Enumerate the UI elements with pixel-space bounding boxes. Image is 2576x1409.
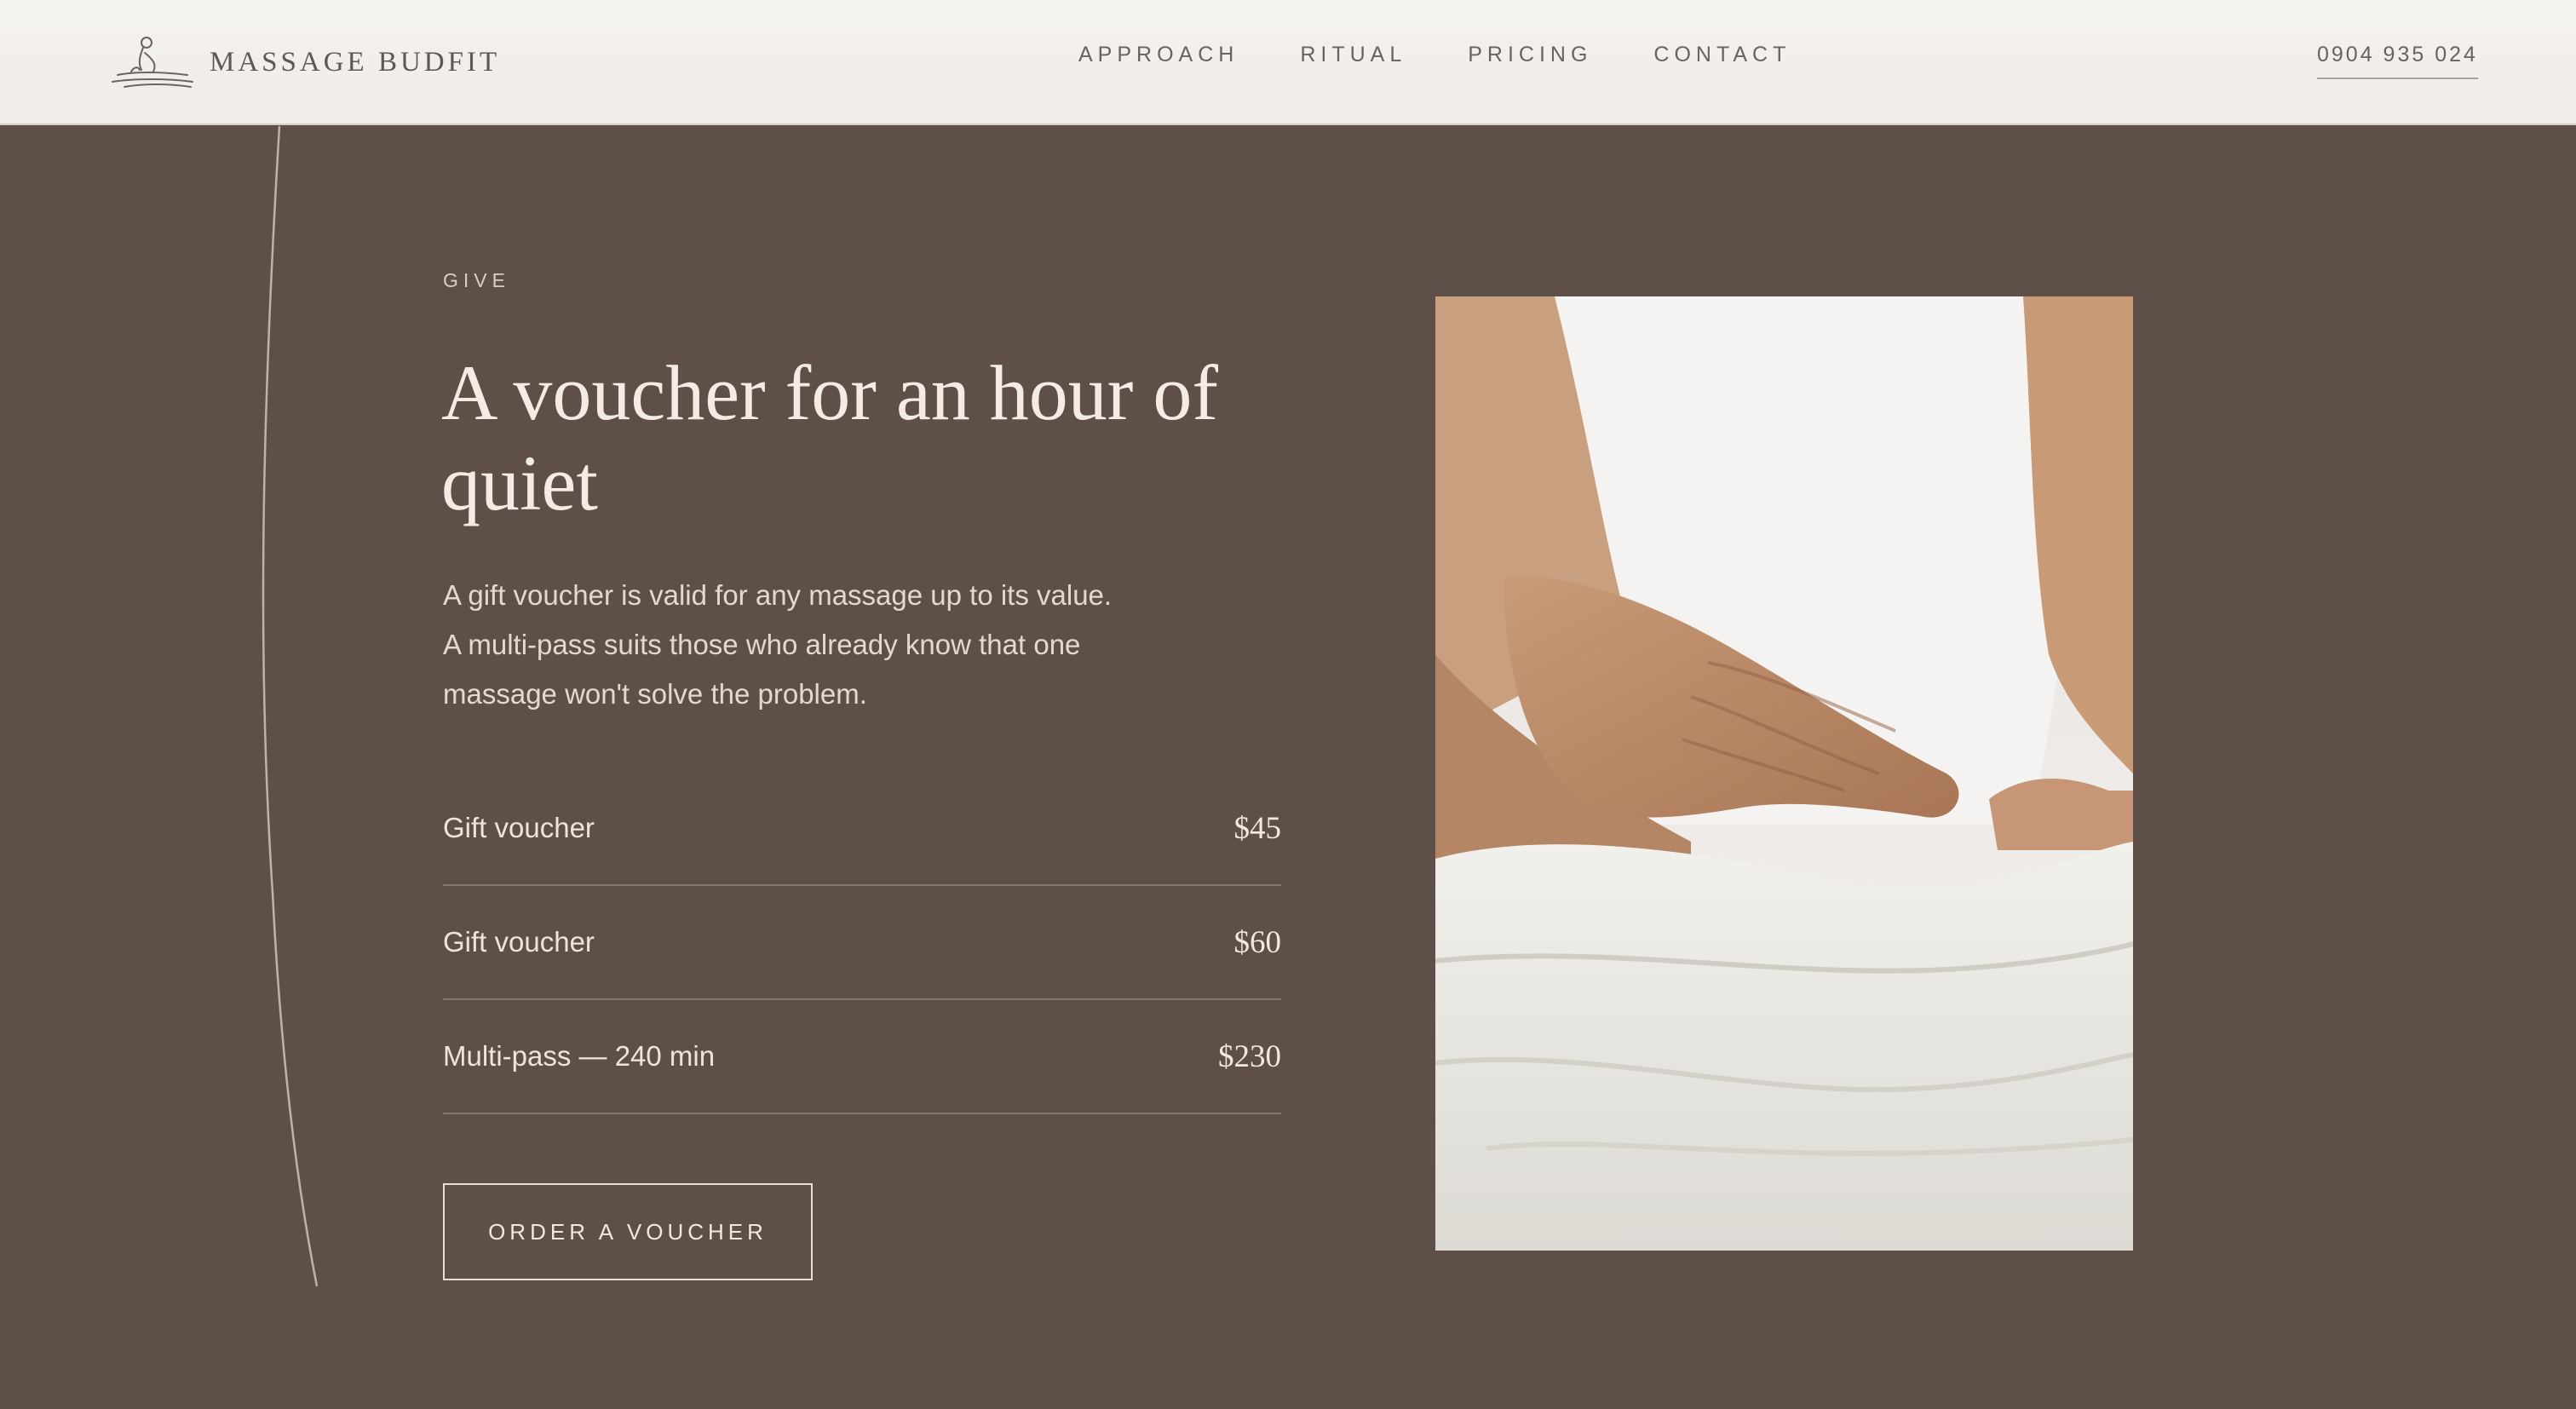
price-row: Gift voucher $60 (443, 886, 1281, 1000)
massage-photo (1435, 296, 2133, 1251)
decorative-line (262, 126, 319, 1286)
nav-contact[interactable]: CONTACT (1653, 43, 1791, 67)
nav-pricing[interactable]: PRICING (1468, 43, 1592, 67)
order-voucher-button[interactable]: ORDER A VOUCHER (443, 1183, 813, 1280)
logo[interactable]: Massage Budfit (109, 34, 500, 90)
phone-link[interactable]: 0904 935 024 (2317, 43, 2478, 79)
nav-ritual[interactable]: RITUAL (1300, 43, 1406, 67)
price-item-name: Gift voucher (443, 812, 595, 843)
price-item-name: Multi-pass — 240 min (443, 1040, 716, 1072)
section-headline: A voucher for an hour of quiet (441, 349, 1219, 526)
price-item-amount: $45 (1233, 810, 1282, 846)
price-item-name: Gift voucher (443, 926, 595, 958)
nav-approach[interactable]: APPROACH (1078, 43, 1239, 67)
price-row: Gift voucher $45 (443, 772, 1281, 886)
main-nav: APPROACH RITUAL PRICING CONTACT (1078, 43, 1791, 67)
section-description: A gift voucher is valid for any massage … (443, 579, 1113, 710)
price-row: Multi-pass — 240 min $230 (443, 1000, 1281, 1114)
massage-logo-icon (112, 37, 193, 88)
site-header: Massage Budfit APPROACH RITUAL PRICING C… (0, 0, 2576, 125)
brand-name: Massage Budfit (210, 46, 501, 78)
price-item-amount: $230 (1218, 1038, 1281, 1074)
price-list: Gift voucher $45 Gift voucher $60 Multi-… (443, 772, 1281, 1114)
massage-photo-icon (1435, 296, 2133, 1251)
price-item-amount: $60 (1233, 924, 1282, 960)
section-eyebrow: GIVE (443, 269, 510, 291)
